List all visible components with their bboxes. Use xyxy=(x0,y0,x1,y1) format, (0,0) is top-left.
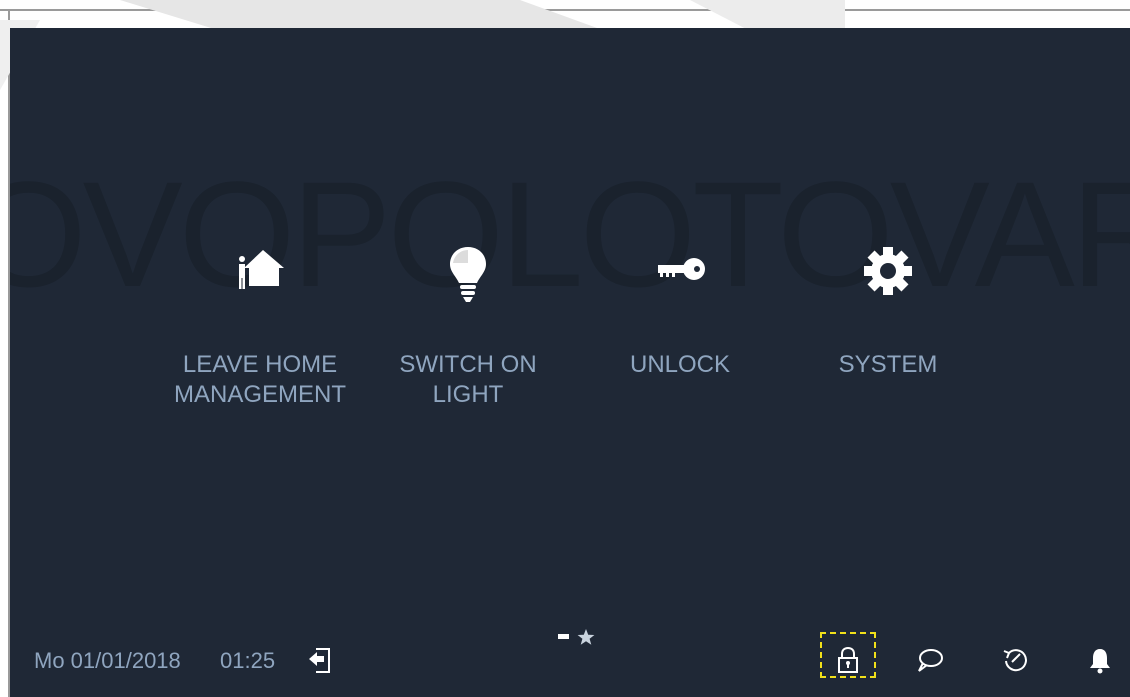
tile-label: SWITCH ON LIGHT xyxy=(368,350,568,410)
frame-border-top xyxy=(0,9,1130,11)
tile-label-line1: UNLOCK xyxy=(629,351,731,378)
tile-label-line1: SWITCH ON xyxy=(399,351,537,378)
tile-label-line1: LEAVE HOME xyxy=(182,351,338,378)
status-time: 01:25 xyxy=(220,648,276,673)
tile-label: SYSTEM xyxy=(788,350,988,380)
leave-home-icon xyxy=(239,250,284,289)
history-icon[interactable] xyxy=(1000,645,1030,675)
page-dot-current[interactable] xyxy=(558,634,569,639)
tile-switch-on-light[interactable]: SWITCH ON LIGHT xyxy=(368,246,568,446)
tile-label: UNLOCK xyxy=(580,350,780,380)
tile-system[interactable]: SYSTEM xyxy=(788,246,988,446)
main-screen: OVOPOLOTOVAR LEAVE HOME MANAGEMENT SWITC… xyxy=(10,28,1130,697)
lock-icon[interactable] xyxy=(833,645,863,675)
tile-unlock[interactable]: UNLOCK xyxy=(580,246,780,446)
message-icon[interactable] xyxy=(915,645,945,675)
tile-label-line2: LIGHT xyxy=(432,381,504,408)
tile-leave-home-management[interactable]: LEAVE HOME MANAGEMENT xyxy=(160,246,360,446)
exit-icon[interactable] xyxy=(305,645,335,675)
bell-icon[interactable] xyxy=(1085,645,1115,675)
status-date: Mo 01/01/2018 xyxy=(34,648,181,673)
page-dot-favorites-star-icon[interactable] xyxy=(577,629,595,645)
app-window: OVOPOLOTOVAR LEAVE HOME MANAGEMENT SWITC… xyxy=(0,0,1130,697)
page-indicator xyxy=(558,629,595,645)
key-icon xyxy=(658,258,705,280)
tile-label-line2: MANAGEMENT xyxy=(173,381,346,408)
tile-label: LEAVE HOME MANAGEMENT xyxy=(160,350,360,410)
tile-label-line1: SYSTEM xyxy=(838,351,938,378)
light-bulb-icon xyxy=(450,247,486,302)
gear-icon xyxy=(864,247,912,295)
